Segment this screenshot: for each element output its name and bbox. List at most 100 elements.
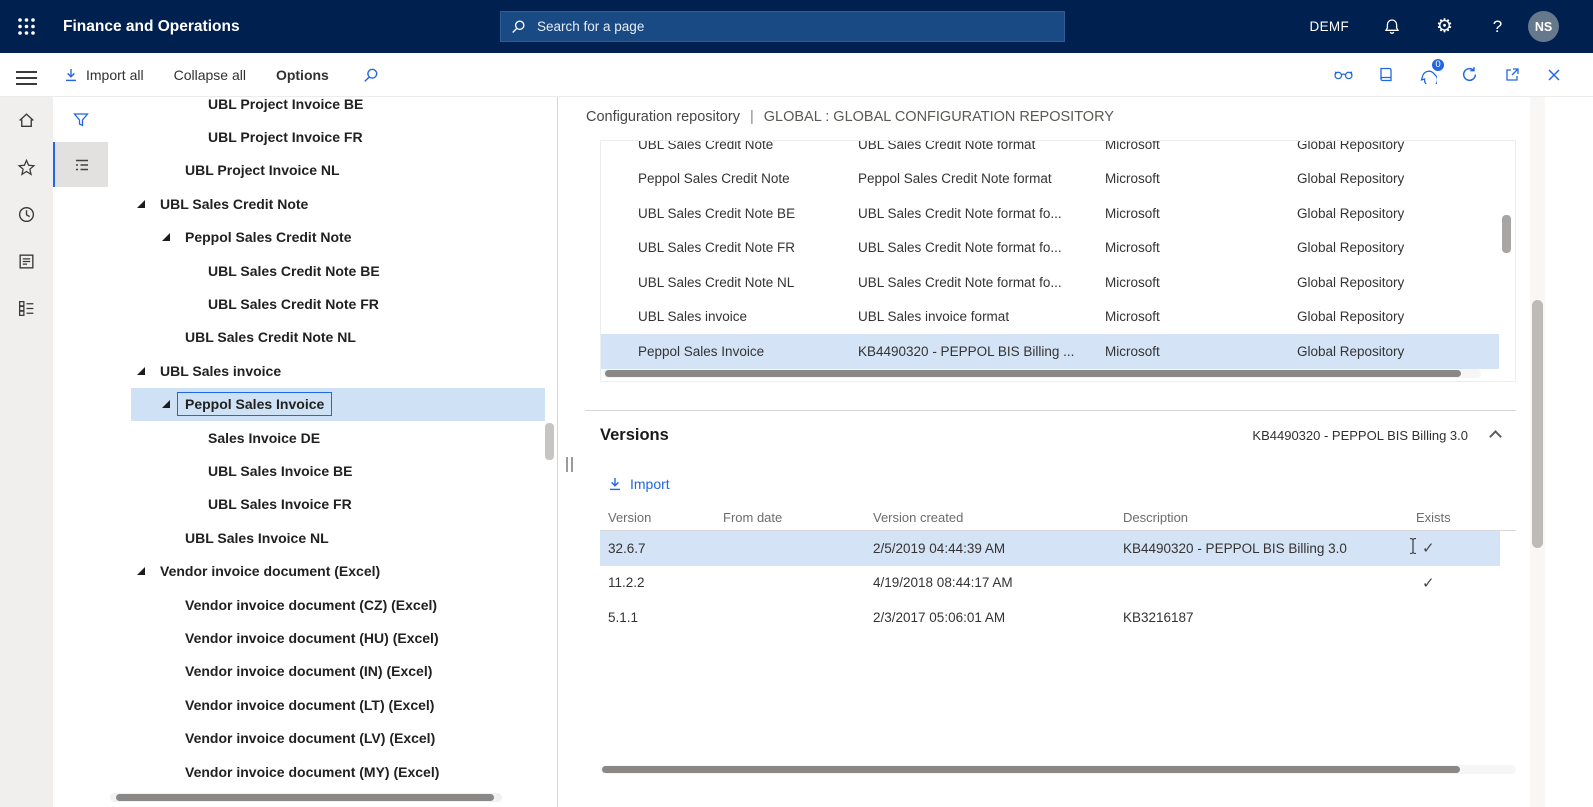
settings-gear-icon[interactable]: ⚙ <box>1418 0 1471 53</box>
col-version-created[interactable]: Version created <box>873 510 1123 525</box>
tree-item[interactable]: Vendor invoice document (MY) (Excel) <box>108 755 545 788</box>
tree-item[interactable]: UBL Sales Invoice NL <box>108 521 545 554</box>
repository-grid: UBL Sales Credit Note UBL Sales Credit No… <box>600 140 1516 382</box>
exists-check-icon: ✓ <box>1422 540 1435 558</box>
panel-splitter[interactable] <box>558 97 585 807</box>
collapse-triangle-icon[interactable] <box>162 233 170 242</box>
company-picker[interactable]: DEMF <box>1294 19 1365 34</box>
version-row[interactable]: 5.1.1 2/3/2017 05:06:01 AM KB3216187 <box>600 600 1500 635</box>
tree-item[interactable]: UBL Project Invoice FR <box>108 120 545 153</box>
tree-item-selected[interactable]: Peppol Sales Invoice <box>108 387 545 421</box>
filter-funnel-icon[interactable] <box>53 97 108 142</box>
tree-vertical-scrollbar-thumb[interactable] <box>545 423 554 460</box>
tree-item[interactable]: UBL Project Invoice NL <box>108 154 545 187</box>
col-exists[interactable]: Exists <box>1416 510 1516 525</box>
tree-item-label: UBL Sales Credit Note NL <box>185 329 356 346</box>
grid-horizontal-scrollbar-thumb[interactable] <box>605 370 1461 377</box>
repo-grid-row[interactable]: UBL Sales Credit Note UBL Sales Credit No… <box>601 140 1499 162</box>
configuration-tree: UBL Project Invoice BE UBL Project Invoi… <box>108 97 545 791</box>
form-document-icon[interactable] <box>0 238 53 285</box>
tree-item-label: UBL Sales invoice <box>160 362 282 379</box>
workspaces-list-icon[interactable] <box>0 285 53 332</box>
splitter-grip-icon <box>566 457 573 472</box>
user-avatar[interactable]: NS <box>1528 11 1559 42</box>
notifications-bell-icon[interactable] <box>1365 0 1418 53</box>
tree-item[interactable]: Vendor invoice document (Excel) <box>108 554 545 587</box>
version-row-selected[interactable]: 32.6.7 2/5/2019 04:44:39 AM KB4490320 - PE… <box>600 531 1500 566</box>
repo-grid-row[interactable]: UBL Sales Credit Note BE UBL Sales Credit… <box>601 196 1499 231</box>
cell-name: UBL Sales invoice <box>638 309 748 325</box>
tree-item-label: UBL Sales Invoice FR <box>208 496 352 513</box>
tree-item[interactable]: Sales Invoice DE <box>108 421 545 454</box>
recent-clock-icon[interactable] <box>0 191 53 238</box>
tree-item[interactable]: UBL Sales Invoice FR <box>108 488 545 521</box>
tree-horizontal-scrollbar-thumb[interactable] <box>116 794 494 801</box>
collapse-all-button[interactable]: Collapse all <box>174 67 246 83</box>
versions-horizontal-scrollbar-thumb[interactable] <box>602 766 1460 773</box>
tree-item[interactable]: UBL Sales Invoice BE <box>108 454 545 487</box>
tree-item-label: Sales Invoice DE <box>208 429 321 446</box>
grid-vertical-scrollbar-thumb[interactable] <box>1502 215 1511 253</box>
actionbar-search-icon[interactable] <box>363 67 379 83</box>
configurations-pane-tab[interactable] <box>53 142 108 187</box>
breadcrumb-context: GLOBAL : GLOBAL CONFIGURATION REPOSITORY <box>763 109 1114 125</box>
collapse-triangle-icon[interactable] <box>137 567 145 576</box>
repo-grid-row[interactable]: UBL Sales Credit Note FR UBL Sales Credit… <box>601 231 1499 266</box>
nav-menu-icon[interactable] <box>16 67 37 89</box>
tree-item[interactable]: Vendor invoice document (CZ) (Excel) <box>108 588 545 621</box>
col-description[interactable]: Description <box>1123 510 1416 525</box>
cell-version-created: 4/19/2018 08:44:17 AM <box>873 575 1013 591</box>
tree-item[interactable]: UBL Sales Credit Note <box>108 187 545 220</box>
collapse-triangle-icon[interactable] <box>137 366 145 375</box>
task-guide-book-icon[interactable] <box>1376 66 1395 83</box>
cell-repository: Global Repository <box>1297 274 1405 290</box>
app-title[interactable]: Finance and Operations <box>63 18 240 36</box>
tree-item-label: UBL Project Invoice BE <box>208 97 364 112</box>
import-all-button[interactable]: Import all <box>64 67 144 83</box>
tree-item[interactable]: UBL Sales invoice <box>108 354 545 387</box>
refresh-icon[interactable] <box>1460 66 1479 83</box>
col-from-date[interactable]: From date <box>723 510 873 525</box>
action-bar-left: Import all Collapse all Options <box>64 53 379 96</box>
col-version[interactable]: Version <box>608 510 723 525</box>
favorites-star-icon[interactable] <box>0 144 53 191</box>
versions-header[interactable]: Versions KB4490320 - PEPPOL BIS Billing … <box>585 410 1516 460</box>
tree-item-label: UBL Sales Credit Note BE <box>208 262 380 279</box>
page-vertical-scrollbar <box>1530 97 1545 807</box>
collapse-triangle-icon[interactable] <box>137 199 145 208</box>
cell-provider: Microsoft <box>1105 274 1160 290</box>
glasses-icon[interactable] <box>1334 68 1353 81</box>
open-in-new-window-icon[interactable] <box>1502 67 1521 83</box>
breadcrumb-separator: | <box>749 109 754 125</box>
cell-description: UBL Sales Credit Note format fo... <box>858 274 1062 290</box>
version-row[interactable]: 11.2.2 4/19/2018 08:44:17 AM ✓ <box>600 566 1500 601</box>
tree-item[interactable]: Vendor invoice document (HU) (Excel) <box>108 621 545 654</box>
app-launcher-icon[interactable] <box>0 0 53 53</box>
chevron-up-icon[interactable] <box>1489 430 1502 443</box>
versions-table: Version From date Version created Descri… <box>600 505 1516 635</box>
tree-item[interactable]: Peppol Sales Credit Note <box>108 221 545 254</box>
messages-bubble-icon[interactable]: 0 <box>1418 56 1446 84</box>
cell-name: Peppol Sales Invoice <box>638 343 765 359</box>
tree-item[interactable]: Vendor invoice document (LV) (Excel) <box>108 721 545 754</box>
collapse-triangle-icon[interactable] <box>162 400 170 409</box>
page-search-box[interactable] <box>500 11 1065 42</box>
tree-item[interactable]: UBL Project Invoice BE <box>108 97 545 120</box>
close-icon[interactable] <box>1544 68 1563 82</box>
tree-item[interactable]: UBL Sales Credit Note FR <box>108 287 545 320</box>
options-menu[interactable]: Options <box>276 67 329 83</box>
tree-item[interactable]: Vendor invoice document (LT) (Excel) <box>108 688 545 721</box>
repo-grid-row[interactable]: UBL Sales invoice UBL Sales invoice forma… <box>601 300 1499 335</box>
search-input[interactable] <box>535 18 1054 35</box>
tree-item[interactable]: Vendor invoice document (IN) (Excel) <box>108 655 545 688</box>
home-icon[interactable] <box>0 97 53 144</box>
tree-item[interactable]: UBL Sales Credit Note NL <box>108 321 545 354</box>
help-icon[interactable]: ? <box>1471 0 1524 53</box>
page-vertical-scrollbar-thumb[interactable] <box>1532 300 1543 548</box>
tree-item[interactable]: UBL Sales Credit Note BE <box>108 254 545 287</box>
repo-grid-row[interactable]: UBL Sales Credit Note NL UBL Sales Credit… <box>601 265 1499 300</box>
repo-grid-row-selected[interactable]: Peppol Sales Invoice KB4490320 - PEPPOL B… <box>601 334 1499 369</box>
repo-grid-row[interactable]: Peppol Sales Credit Note Peppol Sales Cre… <box>601 162 1499 197</box>
cell-description: UBL Sales Credit Note format <box>858 140 1036 152</box>
import-button[interactable]: Import <box>608 476 670 492</box>
